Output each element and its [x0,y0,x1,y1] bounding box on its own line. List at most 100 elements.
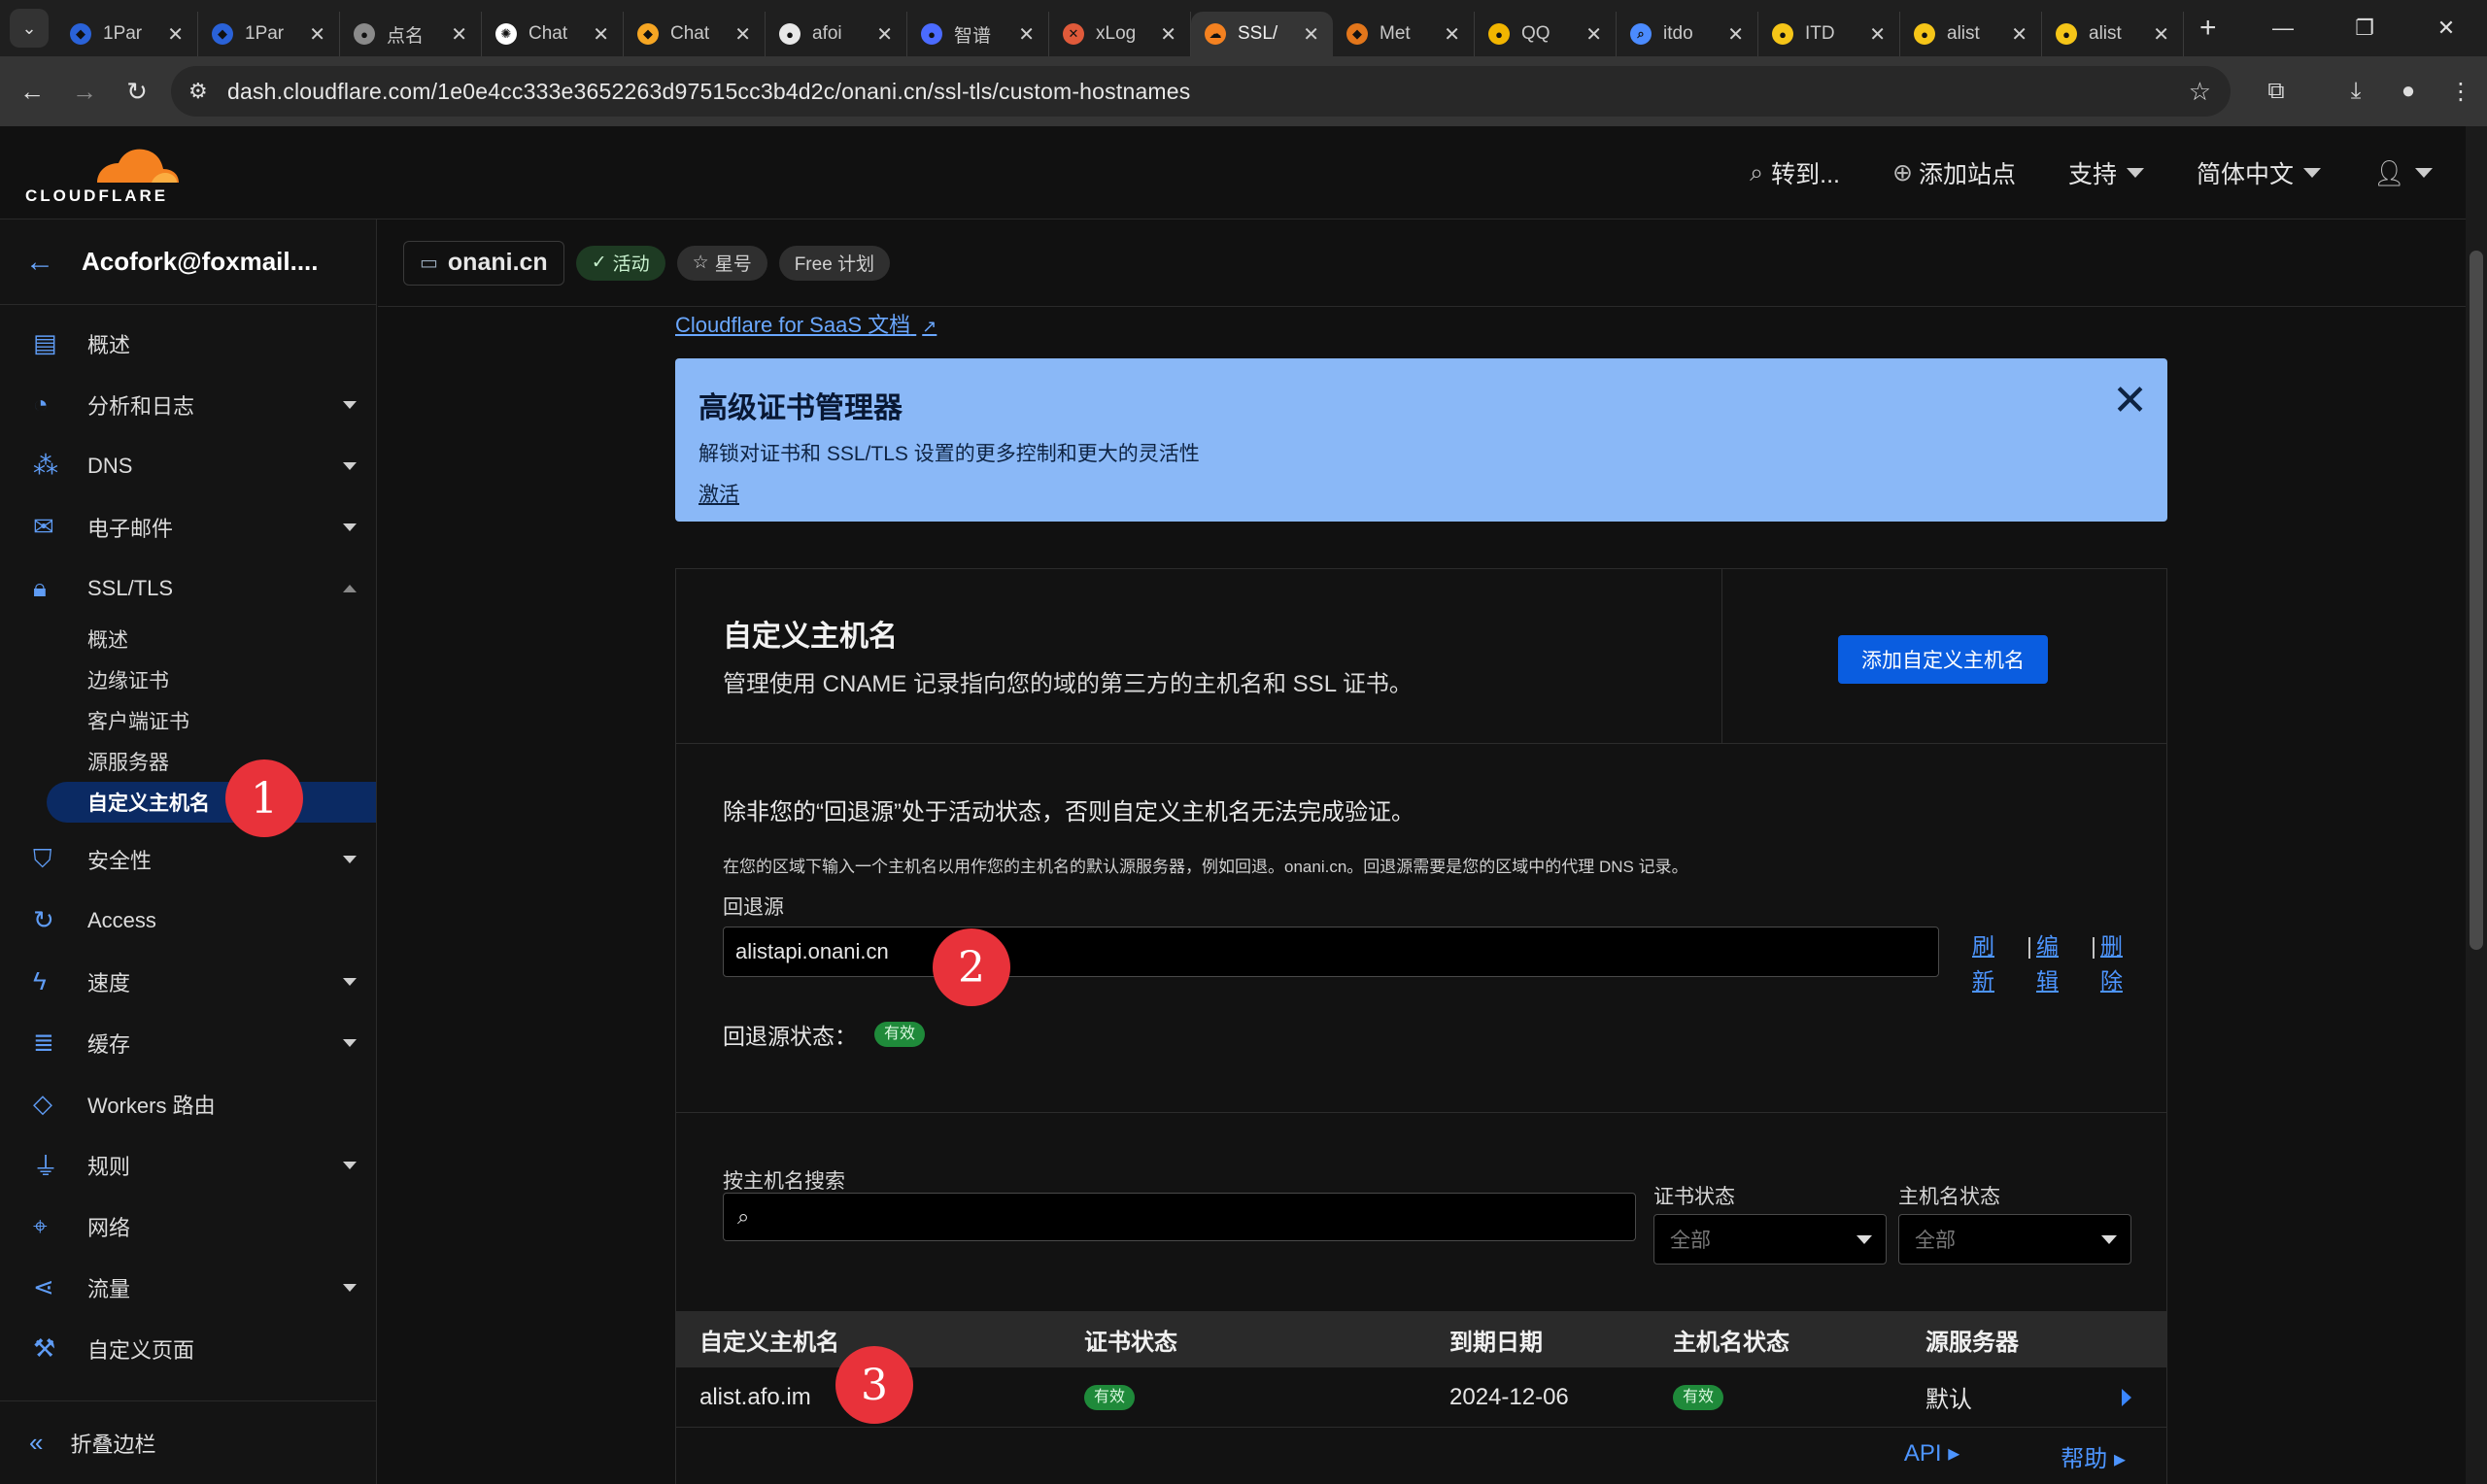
cert-status-select[interactable]: 全部 [1653,1214,1887,1265]
restore-icon[interactable]: ❐ [2324,16,2405,41]
column-header[interactable]: 源服务器 [1925,1311,2019,1367]
support-menu[interactable]: 支持 [2068,155,2144,190]
menu-kebab-icon[interactable]: ⋮ [2435,78,2487,106]
browser-tab[interactable]: ● QQ ✕ [1475,12,1617,56]
browser-tab[interactable]: ◆ Met ✕ [1333,12,1475,56]
browser-tab[interactable]: ● alist ✕ [2042,12,2184,56]
delete-link[interactable]: 删除 [2100,928,2123,998]
sidebar-item[interactable]: ◔ 分析和日志 [0,374,376,435]
fallback-origin-input[interactable]: alistapi.onani.cn [723,927,1939,977]
hostname-status-select[interactable]: 全部 [1898,1214,2131,1265]
add-site-button[interactable]: ⊕ 添加站点 [1892,155,2016,190]
extensions-icon[interactable]: ⧉ [2250,78,2302,105]
user-menu[interactable]: 👤︎ [2373,158,2433,188]
tab-close-icon[interactable]: ✕ [1727,22,1744,47]
browser-tab[interactable]: ⌕ itdo ✕ [1617,12,1758,56]
goto-button[interactable]: ⌕ 转到... [1750,155,1840,190]
sidebar-subitem[interactable]: 自定义主机名 [47,782,376,823]
tab-close-icon[interactable]: ✕ [1585,22,1602,47]
column-header[interactable]: 到期日期 [1449,1311,1543,1367]
browser-tab[interactable]: ● 点名 ✕ [340,12,482,56]
activate-link[interactable]: 激活 [698,479,739,508]
sidebar-subitem[interactable]: 概述 [0,619,376,659]
sidebar-subitem[interactable]: 边缘证书 [0,659,376,700]
tab-close-icon[interactable]: ✕ [309,22,325,47]
chevron-down-icon[interactable] [343,462,357,470]
tab-close-icon[interactable]: ✕ [451,22,467,47]
sidebar-item[interactable]: ≣ 缓存 [0,1012,376,1073]
browser-tab[interactable]: ● afoi ✕ [766,12,907,56]
star-zone-button[interactable]: ☆ 星号 [676,245,767,281]
chevron-down-icon[interactable] [343,1039,357,1047]
url-box[interactable]: ⚙ dash.cloudflare.com/1e0e4cc333e3652263… [171,66,2231,117]
close-icon[interactable]: ✕ [2112,376,2148,425]
browser-tab[interactable]: ◆ 1Par ✕ [56,12,198,56]
browser-tab[interactable]: ◆ Chat ✕ [624,12,766,56]
sidebar-subitem[interactable]: 客户端证书 [0,700,376,741]
tab-close-icon[interactable]: ✕ [167,22,184,47]
new-tab-button[interactable]: + [2199,12,2217,45]
column-header[interactable]: 自定义主机名 [699,1311,839,1367]
tab-close-icon[interactable]: ✕ [1018,22,1035,47]
sidebar-item[interactable]: ϟ 速度 [0,951,376,1012]
scrollbar-thumb[interactable] [2470,251,2483,950]
tab-search-button[interactable]: ⌄ [10,9,49,48]
collapse-sidebar-button[interactable]: « 折叠边栏 [0,1400,377,1484]
vertical-scrollbar[interactable] [2466,126,2487,1484]
sidebar-subitem[interactable]: 源服务器 [0,741,376,782]
chevron-down-icon[interactable] [343,401,357,409]
sidebar-item[interactable]: ⚒ 自定义页面 [0,1318,376,1379]
tab-close-icon[interactable]: ✕ [2153,22,2169,47]
tab-close-icon[interactable]: ✕ [876,22,893,47]
chevron-down-icon[interactable] [343,856,357,863]
tab-close-icon[interactable]: ✕ [1160,22,1176,47]
sidebar-item[interactable]: ↻ Access [0,890,376,951]
browser-tab[interactable]: ✺ Chat ✕ [482,12,624,56]
sidebar-item[interactable]: ⁂ DNS [0,435,376,496]
forward-icon[interactable]: → [58,77,111,107]
sidebar-item[interactable]: ◇ Workers 路由 [0,1073,376,1134]
bookmark-star-icon[interactable]: ☆ [2189,77,2211,107]
column-header[interactable]: 证书状态 [1084,1311,1177,1367]
saas-docs-link[interactable]: Cloudflare for SaaS 文档 ↗ [675,308,937,339]
browser-tab[interactable]: ● 智谱 ✕ [907,12,1049,56]
chevron-up-icon[interactable] [343,585,357,592]
cloudflare-logo[interactable]: CLOUDFLARE [25,144,181,206]
chevron-down-icon[interactable] [343,978,357,986]
chevron-down-icon[interactable] [343,1284,357,1292]
browser-tab[interactable]: ● alist ✕ [1900,12,2042,56]
sidebar-item[interactable]: ⛉ 安全性 [0,828,376,890]
tab-close-icon[interactable]: ✕ [734,22,751,47]
browser-tab[interactable]: ● ITD ✕ [1758,12,1900,56]
help-link[interactable]: 帮助 ▸ [2010,1439,2126,1473]
tab-close-icon[interactable]: ✕ [1303,22,1319,47]
sidebar-item[interactable]: ⌖ 网络 [0,1196,376,1257]
expand-row-icon[interactable] [2122,1389,2131,1406]
profile-icon[interactable]: ● [2382,78,2435,105]
sidebar-item[interactable]: ⋖ 流量 [0,1257,376,1318]
chevron-down-icon[interactable] [343,1162,357,1169]
column-header[interactable]: 主机名状态 [1673,1311,1789,1367]
tab-close-icon[interactable]: ✕ [1444,22,1460,47]
browser-tab[interactable]: ☁ SSL/ ✕ [1191,12,1333,56]
reload-icon[interactable]: ↻ [111,77,163,107]
browser-tab[interactable]: ✕ xLog ✕ [1049,12,1191,56]
minimize-icon[interactable]: — [2242,16,2324,41]
url-text[interactable]: dash.cloudflare.com/1e0e4cc333e3652263d9… [227,79,1191,105]
hostname-search-input[interactable]: ⌕ [723,1193,1636,1241]
zone-selector[interactable]: ▭ onani.cn [403,240,564,286]
edit-link[interactable]: 编辑 [2036,928,2059,998]
sidebar-item[interactable]: ▤ 概述 [0,313,376,374]
sidebar-item[interactable]: ⏚ 规则 [0,1134,376,1196]
plan-badge[interactable]: Free 计划 [778,245,891,281]
tab-close-icon[interactable]: ✕ [593,22,609,47]
tab-close-icon[interactable]: ✕ [2011,22,2027,47]
language-menu[interactable]: 简体中文 [2197,155,2321,190]
refresh-link[interactable]: 刷新 [1972,928,1994,998]
browser-tab[interactable]: ◆ 1Par ✕ [198,12,340,56]
site-info-icon[interactable]: ⚙ [188,79,227,104]
add-custom-hostname-button[interactable]: 添加自定义主机名 [1838,635,2048,684]
chevron-down-icon[interactable] [343,523,357,531]
back-icon[interactable]: ← [6,77,58,107]
tab-close-icon[interactable]: ✕ [1869,22,1886,47]
